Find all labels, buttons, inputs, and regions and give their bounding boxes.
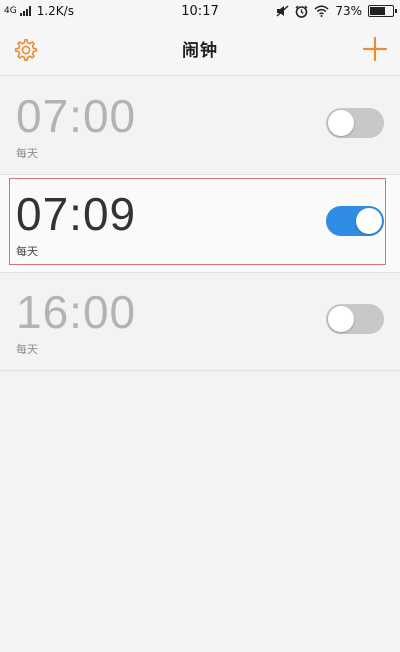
alarm-item[interactable]: 07:00 每天 xyxy=(0,77,400,175)
alarm-toggle[interactable] xyxy=(326,206,384,236)
alarm-item[interactable]: 16:00 每天 xyxy=(0,273,400,371)
alarm-time: 07:00 xyxy=(16,90,137,142)
alarm-repeat: 每天 xyxy=(16,343,38,356)
page-title: 闹钟 xyxy=(182,41,218,61)
signal-icon xyxy=(19,6,31,16)
status-bar: 4G 1.2K/s 10:17 73% xyxy=(0,0,400,22)
alarm-repeat: 每天 xyxy=(16,245,38,258)
alarm-toggle[interactable] xyxy=(326,304,384,334)
app-header: 闹钟 xyxy=(0,22,400,76)
alarm-toggle[interactable] xyxy=(326,108,384,138)
alarm-time: 07:09 xyxy=(16,188,137,240)
network-speed: 1.2K/s xyxy=(36,4,74,18)
alarm-list: 07:00 每天 07:09 每天 16:00 每天 xyxy=(0,77,400,371)
alarm-repeat: 每天 xyxy=(16,147,38,160)
toggle-knob xyxy=(356,208,382,234)
toggle-knob xyxy=(328,110,354,136)
battery-icon xyxy=(368,5,397,17)
wifi-icon xyxy=(314,5,329,17)
toggle-knob xyxy=(328,306,354,332)
battery-percent: 73% xyxy=(335,4,362,18)
alarm-item[interactable]: 07:09 每天 xyxy=(0,175,400,273)
status-right: 73% xyxy=(276,4,397,18)
plus-icon[interactable] xyxy=(362,36,388,62)
alarm-time: 16:00 xyxy=(16,286,137,338)
mute-icon xyxy=(276,5,289,17)
network-type: 4G xyxy=(4,6,17,16)
status-left: 4G 1.2K/s xyxy=(4,4,74,18)
alarm-clock-icon xyxy=(295,5,308,18)
